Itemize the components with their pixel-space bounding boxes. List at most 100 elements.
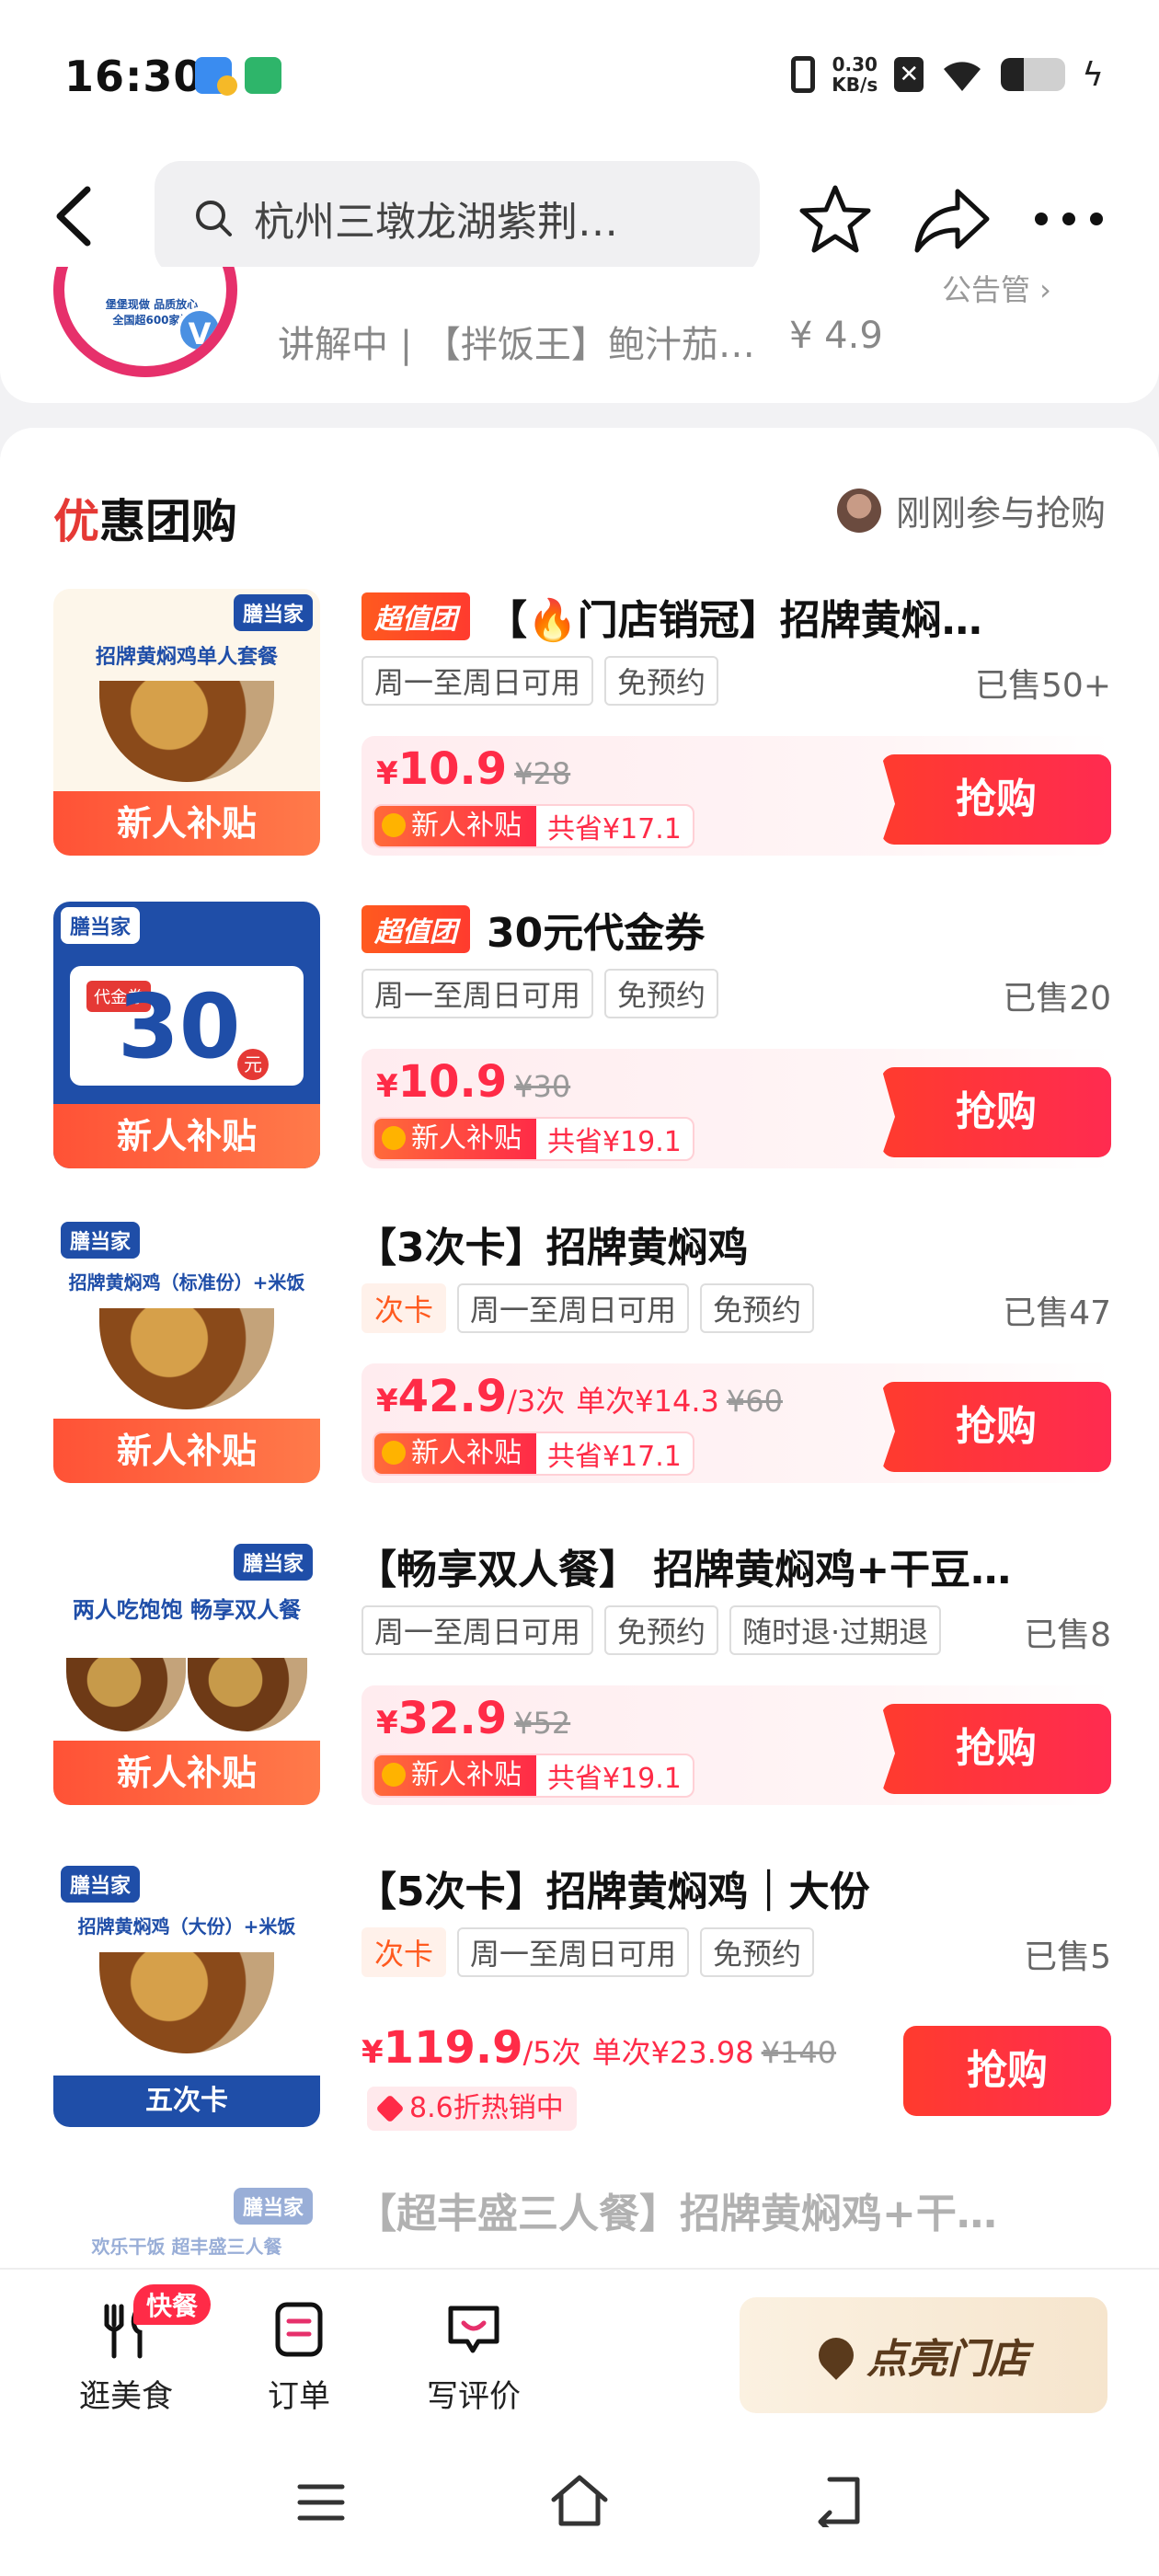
food-image-1 [66, 1658, 186, 1731]
tag: 免预约 [604, 1605, 719, 1655]
subsidy-label: 新人补贴 [374, 1755, 536, 1796]
subsidy-label: 新人补贴 [374, 1433, 536, 1474]
buy-button[interactable]: 抢购 [881, 1704, 1111, 1794]
value-badge: 超值团 [361, 592, 470, 640]
menu-icon[interactable] [296, 2481, 346, 2524]
currency: ¥ [376, 1383, 398, 1420]
more-icon[interactable] [1032, 210, 1106, 228]
sold-count: 已售50+ [975, 667, 1111, 705]
price-line: ¥ 32.9 ¥52 [376, 1693, 570, 1744]
live-stream-card[interactable]: 堡堡现做 品质放心 全国超600家门 V 公告管 › 讲解中 | 【拌饭王】鲍汁… [0, 267, 1159, 403]
deal-title-row: 超值团 30元代金券 [361, 902, 1143, 957]
live-price: ¥ 4.9 [789, 315, 883, 357]
light-up-store-button[interactable]: 点亮门店 [740, 2297, 1107, 2413]
price-line: ¥ 42.9 /3次 单次¥14.3 ¥60 [376, 1371, 783, 1422]
price: 10.9 [397, 1056, 508, 1108]
bottom-action-bar: 逛美食 快餐 订单 写评价 点亮门店 [0, 2268, 1159, 2433]
back-icon[interactable] [51, 184, 97, 248]
price: 32.9 [397, 1693, 508, 1744]
currency: ¥ [376, 1068, 398, 1105]
charging-icon: ϟ [1082, 55, 1104, 94]
tab-label: 写评价 [427, 2378, 521, 2415]
brand-tag: 膳当家 [233, 2188, 313, 2225]
brand-tag: 膳当家 [233, 1544, 313, 1581]
back-nav-icon[interactable] [811, 2474, 863, 2527]
live-text: 讲解中 | 【拌饭王】鲍汁茄… [278, 324, 755, 366]
buy-button[interactable]: 抢购 [881, 754, 1111, 845]
tab-orders[interactable]: 订单 [230, 2297, 368, 2416]
currency: ¥ [376, 1705, 398, 1742]
share-icon[interactable] [913, 184, 991, 254]
deal-title: 30元代金券 [487, 910, 706, 957]
deal-title: 【5次卡】招牌黄焖鸡｜大份 [356, 1869, 870, 1915]
deal-title: 【🔥门店销冠】招牌黄焖… [487, 597, 982, 644]
status-indicators: 0.30 KB/s ✕ ϟ [791, 52, 1104, 98]
thumb-band: 新人补贴 [53, 1741, 320, 1805]
deal-card[interactable]: 膳当家 两人吃饱饱 畅享双人餐 新人补贴 【畅享双人餐】 招牌黄焖鸡+干豆… 周… [53, 1538, 1111, 1814]
deal-thumbnail: 膳当家 代金券 30 元 新人补贴 [53, 902, 320, 1168]
subsidy-savings: 共省¥17.1 [547, 813, 682, 845]
vibrate-icon [791, 56, 816, 93]
thumb-band: 新人补贴 [53, 791, 320, 856]
tab-label: 逛美食 [79, 2378, 173, 2415]
buy-button[interactable]: 抢购 [903, 2026, 1111, 2116]
deal-thumbnail: 膳当家 招牌黄焖鸡单人套餐 新人补贴 [53, 589, 320, 856]
food-image [99, 1952, 274, 2053]
recent-purchase: 刚刚参与抢购 [836, 485, 1106, 535]
food-image [99, 681, 274, 782]
net-speed: 0.30 KB/s [832, 54, 878, 95]
subsidy-label: 新人补贴 [374, 806, 536, 846]
deal-title-row: 【5次卡】招牌黄焖鸡｜大份 [356, 1860, 1143, 1915]
deal-title: 【畅享双人餐】 招牌黄焖鸡+干豆… [356, 1547, 1012, 1593]
buy-button[interactable]: 抢购 [881, 1067, 1111, 1157]
tab-label: 订单 [268, 2378, 330, 2415]
home-icon[interactable] [548, 2472, 611, 2529]
subsidy-label: 新人补贴 [374, 1119, 536, 1159]
tag: 免预约 [700, 1927, 815, 1977]
wifi-icon [944, 62, 981, 91]
discount-tag: 8.6折热销中 [367, 2087, 577, 2131]
deal-title-row: 【畅享双人餐】 招牌黄焖鸡+干豆… [356, 1538, 1143, 1593]
deal-card[interactable]: 膳当家 招牌黄焖鸡（标准份）+米饭 新人补贴 【3次卡】招牌黄焖鸡 次卡 周一至… [53, 1216, 1111, 1492]
avatar [836, 488, 881, 533]
location-pin-icon [811, 2330, 861, 2380]
price-line: ¥ 10.9 ¥30 [376, 1056, 570, 1108]
card-type-tag: 次卡 [361, 1283, 447, 1333]
deal-card[interactable]: 膳当家 招牌黄焖鸡单人套餐 新人补贴 超值团 【🔥门店销冠】招牌黄焖… 周一至周… [53, 589, 1111, 865]
search-bar[interactable]: 杭州三墩龙湖紫荆… [155, 161, 760, 275]
announcement-link[interactable]: 公告管 › [942, 267, 1051, 309]
original-price: ¥52 [514, 1706, 571, 1741]
store-logo: 堡堡现做 品质放心 全国超600家门 V [53, 267, 237, 377]
deal-title-row: 超值团 【🔥门店销冠】招牌黄焖… [361, 589, 1143, 644]
deal-card[interactable]: 膳当家 代金券 30 元 新人补贴 超值团 30元代金券 周一至周日可用 免预约… [53, 902, 1111, 1178]
app-notification-icon-2 [245, 57, 281, 94]
per-use-price: 单次¥14.3 [576, 1384, 719, 1419]
status-time: 16:30 [64, 52, 204, 101]
fast-food-badge: 快餐 [133, 2284, 212, 2325]
price: 42.9 [397, 1371, 508, 1422]
deal-card[interactable]: 膳当家 招牌黄焖鸡（大份）+米饭 五次卡 【5次卡】招牌黄焖鸡｜大份 次卡 周一… [53, 1860, 1111, 2136]
favorite-star-icon[interactable] [798, 182, 872, 256]
deal-title: 【超丰盛三人餐】招牌黄焖鸡+干… [356, 2191, 997, 2237]
price-line: ¥ 119.9 /5次 单次¥23.98 ¥140 [361, 2022, 836, 2074]
section-title: 优惠团购 [53, 485, 237, 551]
tag: 周一至周日可用 [361, 1605, 594, 1655]
tag: 随时退·过期退 [729, 1605, 942, 1655]
subsidy-savings: 共省¥19.1 [547, 1763, 682, 1795]
tab-write-review[interactable]: 写评价 [405, 2297, 543, 2416]
sold-count: 已售8 [1024, 1616, 1111, 1654]
tag: 周一至周日可用 [457, 1927, 690, 1977]
value-badge: 超值团 [361, 905, 470, 953]
search-icon [196, 201, 232, 236]
deal-thumbnail: 膳当家 招牌黄焖鸡（标准份）+米饭 新人补贴 [53, 1216, 320, 1483]
subsidy-tag: 新人补贴 共省¥19.1 [373, 1117, 694, 1161]
thumb-band: 新人补贴 [53, 1419, 320, 1483]
deal-title: 【3次卡】招牌黄焖鸡 [356, 1225, 749, 1271]
deal-card[interactable]: 膳当家 欢乐干饭 超丰盛三人餐 【超丰盛三人餐】招牌黄焖鸡+干… [53, 2182, 1111, 2268]
buy-button[interactable]: 抢购 [881, 1382, 1111, 1472]
thumb-caption: 欢乐干饭 超丰盛三人餐 [91, 2236, 282, 2258]
app-notification-icon [195, 57, 237, 96]
food-image [99, 1308, 274, 1409]
verified-icon: V [177, 307, 223, 353]
original-price: ¥28 [514, 756, 571, 791]
